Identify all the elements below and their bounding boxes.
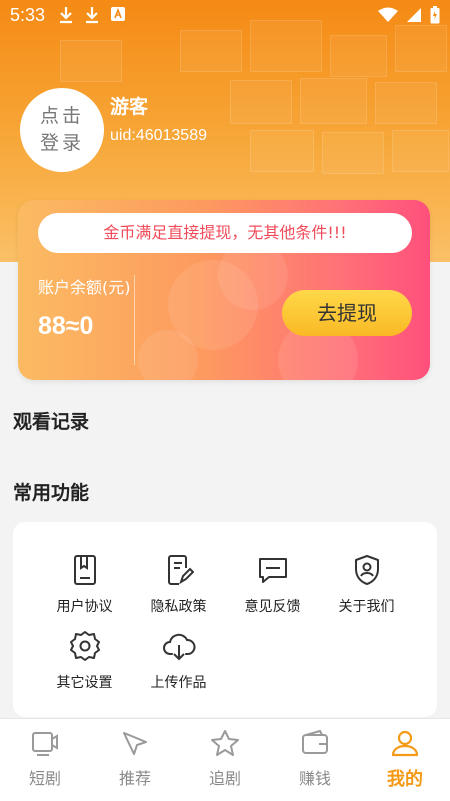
withdraw-button[interactable]: 去提现: [282, 290, 412, 336]
cloud-upload-icon: [162, 632, 196, 666]
user-uid: uid:46013589: [110, 127, 207, 144]
tab-mine[interactable]: 我的: [360, 729, 450, 791]
message-icon: [257, 556, 289, 590]
edit-document-icon: [164, 554, 194, 590]
tab-follow-drama[interactable]: 追剧: [180, 729, 270, 789]
function-label: 其它设置: [56, 675, 113, 691]
tab-short-drama[interactable]: 短剧: [0, 729, 90, 789]
cursor-icon: [120, 732, 150, 761]
status-bar: 5:33: [0, 0, 450, 32]
download-icon: [84, 6, 100, 29]
user-icon: [390, 730, 420, 761]
status-time: 5:33: [10, 5, 46, 25]
tab-label: 短剧: [28, 769, 61, 788]
star-icon: [210, 730, 240, 761]
balance-divider: [134, 275, 135, 365]
wallet-card: 金币满足直接提现，无其他条件!!! 账户余额(元) 88≈0 去提现: [18, 200, 430, 380]
watch-history-title[interactable]: 观看记录: [13, 407, 89, 434]
video-icon: [30, 732, 60, 761]
user-name: 游客: [110, 96, 149, 118]
function-label: 用户协议: [56, 599, 113, 615]
common-functions-title: 常用功能: [13, 482, 90, 504]
tab-label: 追剧: [208, 769, 241, 788]
withdraw-notice: 金币满足直接提现，无其他条件!!!: [38, 213, 412, 253]
functions-panel: 用户协议 隐私政策 意见反馈 关于我们 其它设置 上传作品: [13, 522, 437, 717]
wallet-icon: [300, 729, 330, 761]
function-label: 关于我们: [338, 599, 395, 615]
login-avatar[interactable]: 点击登录: [20, 88, 104, 172]
settings-icon: [69, 630, 101, 666]
avatar-login-text: 点击登录: [39, 105, 84, 154]
function-other-settings[interactable]: 其它设置: [37, 630, 132, 692]
function-user-agreement[interactable]: 用户协议: [37, 554, 132, 616]
wifi-icon: [378, 7, 398, 28]
tab-recommend[interactable]: 推荐: [90, 729, 180, 789]
tab-earn-money[interactable]: 赚钱: [270, 729, 360, 789]
function-feedback[interactable]: 意见反馈: [225, 554, 320, 616]
function-privacy-policy[interactable]: 隐私政策: [131, 554, 226, 616]
function-label: 隐私政策: [150, 599, 207, 615]
shield-user-icon: [352, 554, 382, 590]
notification-a-icon: [110, 6, 126, 29]
bottom-tab-bar: 短剧 推荐 追剧 赚钱 我的: [0, 718, 450, 801]
document-icon: [70, 554, 100, 590]
tab-label: 推荐: [118, 769, 151, 788]
function-label: 意见反馈: [244, 599, 301, 615]
function-label: 上传作品: [150, 675, 207, 691]
signal-icon: [406, 7, 422, 28]
balance-label: 账户余额(元): [38, 278, 131, 297]
function-about-us[interactable]: 关于我们: [319, 554, 414, 616]
tab-label: 我的: [387, 769, 423, 790]
download-icon: [58, 6, 74, 29]
tab-label: 赚钱: [298, 769, 331, 788]
balance-value: 88≈0: [38, 312, 94, 340]
battery-icon: [430, 6, 440, 29]
function-upload-works[interactable]: 上传作品: [131, 630, 226, 692]
